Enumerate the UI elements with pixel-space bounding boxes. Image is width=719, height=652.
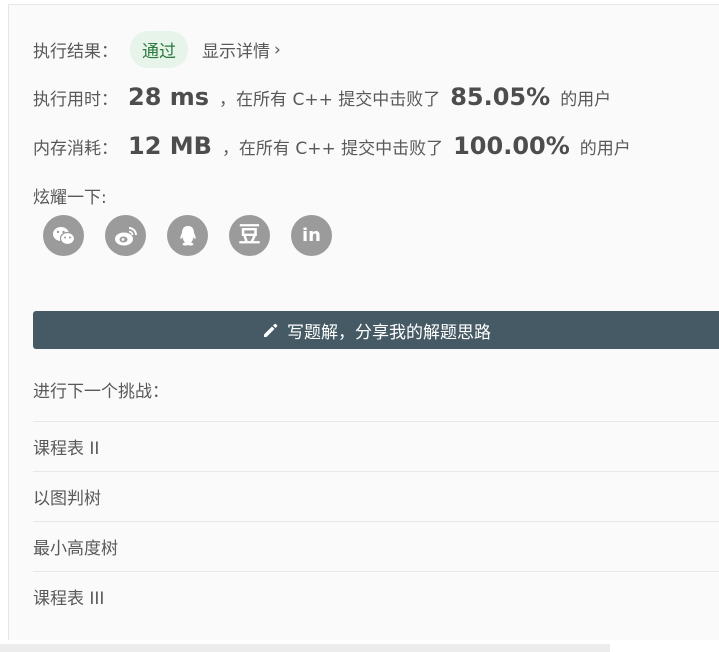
memory-suffix: 的用户	[579, 138, 631, 159]
runtime-value: 28 ms	[128, 83, 210, 111]
submission-result-panel: 执行结果： 通过 显示详情 › 执行用时： 28 ms ，在所有 C++ 提交中…	[8, 4, 719, 640]
memory-value: 12 MB	[128, 132, 212, 160]
runtime-compare-text: ，在所有 C++ 提交中击败了	[219, 89, 441, 110]
list-item[interactable]: 最小高度树	[33, 521, 719, 571]
weibo-icon[interactable]	[105, 215, 146, 256]
show-details-label: 显示详情	[202, 42, 270, 62]
share-icons: 豆 in	[43, 215, 332, 256]
douban-icon[interactable]: 豆	[229, 215, 270, 256]
douban-glyph: 豆	[238, 222, 261, 248]
list-item[interactable]: 以图判树	[33, 471, 719, 521]
pencil-icon	[262, 322, 279, 339]
memory-compare-text: ，在所有 C++ 提交中击败了	[221, 138, 444, 159]
chevron-right-icon: ›	[274, 39, 281, 60]
next-challenge-list: 课程表 II 以图判树 最小高度树 课程表 III	[33, 421, 719, 621]
memory-percent: 100.00%	[453, 132, 570, 160]
horizontal-scrollbar[interactable]	[0, 644, 610, 652]
write-solution-button[interactable]: 写题解，分享我的解题思路	[33, 311, 719, 349]
write-solution-label: 写题解，分享我的解题思路	[287, 322, 491, 343]
result-row: 执行结果： 通过 显示详情 ›	[33, 31, 281, 68]
memory-label: 内存消耗：	[33, 138, 118, 159]
runtime-percent: 85.05%	[450, 83, 551, 111]
list-item[interactable]: 课程表 III	[33, 571, 719, 621]
runtime-label: 执行用时：	[33, 89, 118, 110]
runtime-row: 执行用时： 28 ms ，在所有 C++ 提交中击败了 85.05% 的用户	[33, 83, 611, 111]
runtime-suffix: 的用户	[560, 89, 612, 110]
list-item[interactable]: 课程表 II	[33, 421, 719, 471]
share-label: 炫耀一下:	[33, 188, 107, 208]
qq-icon[interactable]	[167, 215, 208, 256]
next-challenge-title: 进行下一个挑战：	[33, 382, 169, 402]
share-row: 炫耀一下:	[33, 183, 107, 208]
linkedin-glyph: in	[302, 224, 321, 246]
result-label: 执行结果：	[33, 42, 118, 62]
show-details-link[interactable]: 显示详情 ›	[202, 37, 281, 63]
wechat-icon[interactable]	[43, 215, 84, 256]
memory-row: 内存消耗： 12 MB ，在所有 C++ 提交中击败了 100.00% 的用户	[33, 132, 631, 160]
status-badge: 通过	[130, 31, 188, 68]
linkedin-icon[interactable]: in	[291, 215, 332, 256]
